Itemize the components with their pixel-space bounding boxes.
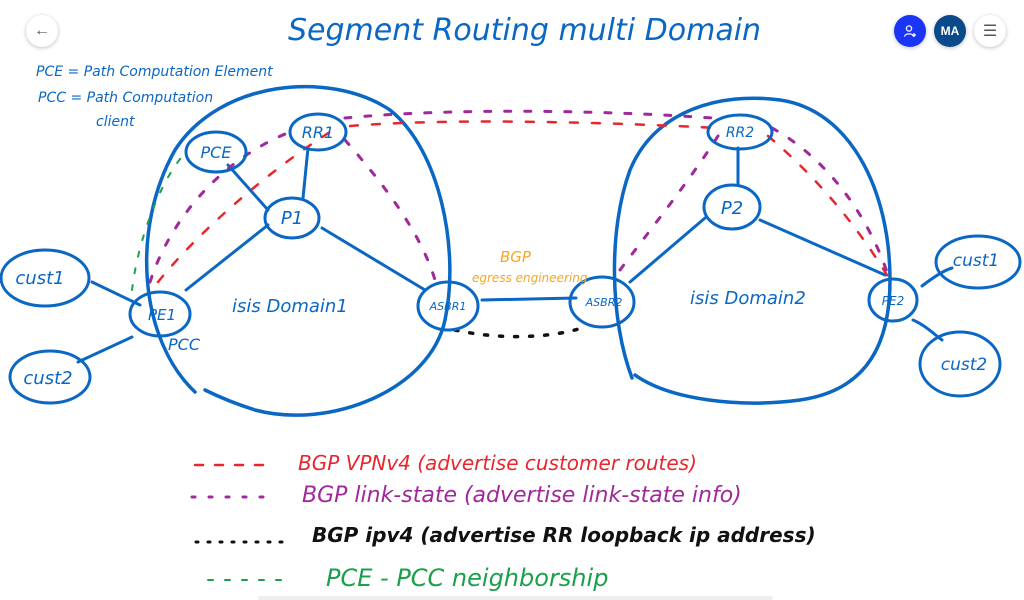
definition-pce: PCE = Path Computation Element xyxy=(36,64,273,80)
domain1-boundary xyxy=(144,84,452,417)
avatar-initials: MA xyxy=(940,24,960,38)
legend-text-vpnv4: BGP VPNv4 (advertise customer routes) xyxy=(298,451,697,475)
node-pce-label: PCE xyxy=(201,143,233,162)
domain2-label: isis Domain2 xyxy=(690,288,806,309)
node-rr1-label: RR1 xyxy=(302,123,334,142)
node-cust1-left-label: cust1 xyxy=(15,268,64,289)
red-rr2-pe2 xyxy=(766,134,892,282)
link-rr1-p1 xyxy=(301,146,310,200)
node-cust1-right-label: cust1 xyxy=(953,251,999,271)
bgp-lsp-label: BGP xyxy=(500,248,532,266)
pcc-label: PCC xyxy=(168,335,201,354)
domain2-boundary xyxy=(612,96,892,405)
legend: BGP VPNv4 (advertise customer routes) BG… xyxy=(190,451,816,592)
link-p1-pe1 xyxy=(184,223,270,292)
red-pe1-rr1 xyxy=(156,130,332,284)
egress-engineering-label: egress engineering xyxy=(472,271,588,285)
link-p1-asbr1 xyxy=(320,226,427,292)
legend-text-pce-pcc: PCE - PCC neighborship xyxy=(326,564,608,592)
legend-text-ipv4: BGP ipv4 (advertise RR loopback ip addre… xyxy=(312,523,816,547)
menu-button[interactable]: ☰ xyxy=(974,15,1006,47)
definition-pcc-cont: client xyxy=(96,114,135,130)
node-pe2-label: PE2 xyxy=(882,294,904,308)
whiteboard-canvas[interactable]: Segment Routing multi Domain PCE = Path … xyxy=(0,0,1024,600)
node-asbr1-label: ASBR1 xyxy=(429,300,467,313)
node-cust2-right-label: cust2 xyxy=(941,355,987,375)
legend-text-link-state: BGP link-state (advertise link-state inf… xyxy=(302,483,742,508)
diagram-title: Segment Routing multi Domain xyxy=(288,13,761,48)
node-pe1-label: PE1 xyxy=(148,306,176,324)
definition-pcc: PCC = Path Computation xyxy=(38,90,213,106)
hamburger-icon: ☰ xyxy=(982,23,998,40)
share-button[interactable] xyxy=(894,15,926,47)
node-p1-label: P1 xyxy=(281,208,303,229)
node-cust2-left-label: cust2 xyxy=(23,368,72,389)
pce-pcc-session xyxy=(131,151,187,291)
link-asbr1-asbr2 xyxy=(480,296,578,302)
user-avatar[interactable]: MA xyxy=(934,15,966,47)
link-p2-asbr2 xyxy=(628,216,707,284)
arrow-left-icon: ← xyxy=(34,22,50,39)
purple-rr1-asbr1 xyxy=(343,138,437,282)
domain1-label: isis Domain1 xyxy=(232,296,348,317)
bgp-ipv4-session xyxy=(453,326,584,339)
node-rr2-label: RR2 xyxy=(726,125,754,141)
purple-rr2-pe2 xyxy=(770,126,890,277)
bottom-scrollbar[interactable] xyxy=(258,596,773,600)
node-p2-label: P2 xyxy=(721,198,743,219)
link-cust2-pe1 xyxy=(76,335,134,364)
person-add-icon xyxy=(903,25,916,37)
node-asbr2-label: ASBR2 xyxy=(585,296,623,309)
back-button[interactable]: ← xyxy=(26,15,58,47)
